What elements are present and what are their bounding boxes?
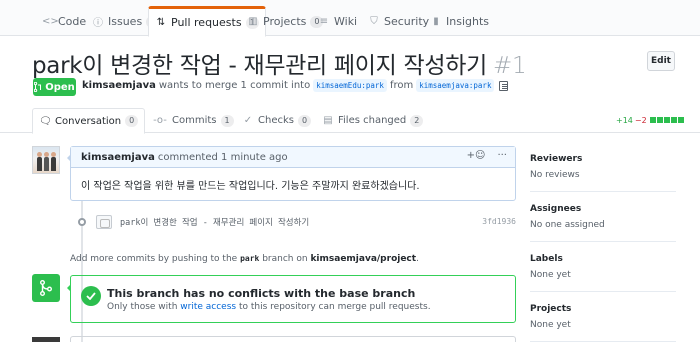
pr-meta: kimsaemjava wants to merge 1 commit into… — [82, 79, 509, 92]
push-note-suffix: . — [416, 254, 419, 264]
push-note-branch: park — [240, 254, 260, 263]
commit-icon — [78, 218, 86, 226]
sidebar-projects-value: None yet — [530, 320, 571, 330]
comment-author[interactable]: kimsaemjava — [81, 152, 155, 163]
graph-icon: ▮ — [433, 16, 439, 27]
sidebar-assignees: Assignees No one assigned — [530, 202, 676, 242]
tab-wiki[interactable]: ≡ Wiki — [312, 6, 363, 37]
from-text: from — [389, 80, 414, 91]
code-icon: <> — [42, 16, 59, 27]
files-changed-counter: 2 — [410, 114, 424, 127]
status-badge-label: Open — [45, 81, 75, 93]
pr-author-link[interactable]: kimsaemjava — [82, 80, 156, 91]
head-branch[interactable]: kimsaemjava:park — [416, 79, 495, 92]
merge-text: wants to merge 1 commit into — [158, 80, 311, 91]
sidebar-reviewers-heading[interactable]: Reviewers — [530, 154, 676, 164]
commit-row: park이 변경한 작업 - 재무관리 페이지 작성하기 3fd1936 — [70, 213, 516, 231]
tab-checks-label: Checks — [258, 115, 294, 126]
pr-title: park이 변경한 작업 - 재무관리 페이지 작성하기 — [32, 53, 487, 79]
merge-status-subtitle: Only those with write access to this rep… — [107, 302, 431, 312]
check-icon: ✓ — [243, 115, 253, 126]
tab-projects-label: Projects — [263, 15, 307, 28]
tab-issues-label: Issues — [108, 15, 143, 28]
merge-sub-prefix: Only those with — [107, 302, 178, 312]
diffstat: +14 −2 — [616, 116, 684, 125]
pr-number: #1 — [492, 53, 527, 79]
sidebar-projects-heading[interactable]: Projects — [530, 304, 676, 314]
conversation-counter: 0 — [125, 115, 139, 127]
sidebar-labels: Labels None yet — [530, 252, 676, 292]
comment-icon: 🗨 — [39, 115, 52, 127]
tab-checks[interactable]: ✓ Checks 0 — [236, 108, 317, 133]
pull-request-icon — [34, 82, 42, 92]
status-badge: Open — [33, 78, 76, 96]
comment-body: 이 작업은 작업을 위한 뷰를 만드는 작업입니다. 기능은 주말까지 완료하겠… — [81, 181, 420, 192]
tab-pull-requests-label: Pull requests — [171, 16, 242, 29]
check-circle-icon — [81, 286, 101, 306]
git-merge-icon — [32, 274, 60, 302]
commit-avatar[interactable] — [96, 215, 112, 229]
next-avatar — [32, 337, 60, 342]
push-note: Add more commits by pushing to the park … — [70, 254, 419, 264]
sidebar-projects: Projects None yet — [530, 302, 676, 342]
commit-sha[interactable]: 3fd1936 — [482, 217, 516, 226]
diffstat-additions: +14 — [616, 116, 633, 125]
merge-sub-suffix: to this repository can merge pull reques… — [238, 302, 431, 312]
merge-status-title: This branch has no conflicts with the ba… — [107, 287, 416, 300]
write-access-link[interactable]: write access — [180, 302, 236, 312]
shield-icon: ⛉ — [370, 16, 378, 27]
push-note-prefix: Add more commits by pushing to the — [70, 254, 238, 264]
tab-files-changed[interactable]: ▤ Files changed 2 — [316, 108, 429, 133]
tab-conversation-label: Conversation — [55, 115, 122, 127]
diffstat-deletions: −2 — [634, 116, 647, 125]
tab-commits[interactable]: -o- Commits 1 — [146, 108, 240, 133]
push-note-middle: branch on — [262, 254, 308, 264]
comment-header: kimsaemjava commented 1 minute ago +☺ ··… — [71, 147, 515, 168]
push-note-repo[interactable]: kimsaemjava/project — [310, 254, 416, 264]
merge-status-box: This branch has no conflicts with the ba… — [67, 275, 516, 323]
avatar[interactable] — [32, 146, 60, 174]
tab-insights[interactable]: ▮ Insights — [424, 6, 495, 37]
sidebar-labels-value: None yet — [530, 270, 571, 280]
sidebar-assignees-value: No one assigned — [530, 220, 605, 230]
commit-message[interactable]: park이 변경한 작업 - 재무관리 페이지 작성하기 — [120, 216, 309, 228]
kebab-menu-icon[interactable]: ··· — [497, 150, 507, 161]
sidebar-labels-heading[interactable]: Labels — [530, 254, 676, 264]
checks-counter: 0 — [297, 114, 312, 127]
diffstat-blocks — [649, 116, 684, 125]
issue-icon: ⓘ — [93, 18, 103, 29]
tab-security-label: Security — [384, 15, 430, 28]
wiki-icon: ≡ — [319, 16, 329, 27]
tab-insights-label: Insights — [446, 15, 490, 28]
add-reaction-icon[interactable]: +☺ — [467, 150, 486, 161]
tab-wiki-label: Wiki — [334, 15, 358, 28]
next-timeline-box — [70, 336, 516, 342]
comment-box: kimsaemjava commented 1 minute ago +☺ ··… — [67, 146, 516, 201]
edit-button[interactable]: Edit — [647, 51, 675, 71]
commit-icon: -o- — [153, 115, 167, 126]
tab-conversation[interactable]: 🗨 Conversation 0 — [32, 108, 146, 134]
sidebar-assignees-heading[interactable]: Assignees — [530, 204, 676, 214]
clipboard-icon[interactable] — [499, 80, 509, 91]
base-branch[interactable]: kimsaemEdu:park — [313, 79, 387, 92]
tab-files-changed-label: Files changed — [338, 115, 407, 126]
page-title: park이 변경한 작업 - 재무관리 페이지 작성하기 #1 — [32, 46, 527, 80]
pr-tabs: 🗨 Conversation 0 -o- Commits 1 ✓ Checks … — [0, 108, 700, 134]
pull-request-icon: ⇅ — [156, 17, 166, 28]
sidebar-reviewers-value: No reviews — [530, 170, 580, 180]
sidebar-reviewers: Reviewers No reviews — [530, 152, 676, 192]
file-diff-icon: ▤ — [323, 115, 333, 126]
tab-code[interactable]: <> Code — [36, 6, 92, 37]
project-icon: ▥ — [248, 16, 258, 27]
comment-time[interactable]: commented 1 minute ago — [158, 152, 288, 163]
commits-counter: 1 — [220, 114, 234, 127]
tab-code-label: Code — [58, 15, 87, 28]
tab-commits-label: Commits — [172, 115, 217, 126]
repo-nav: <> Code ⓘ Issues 0 ⇅ Pull requests 1 ▥ P… — [0, 0, 700, 37]
